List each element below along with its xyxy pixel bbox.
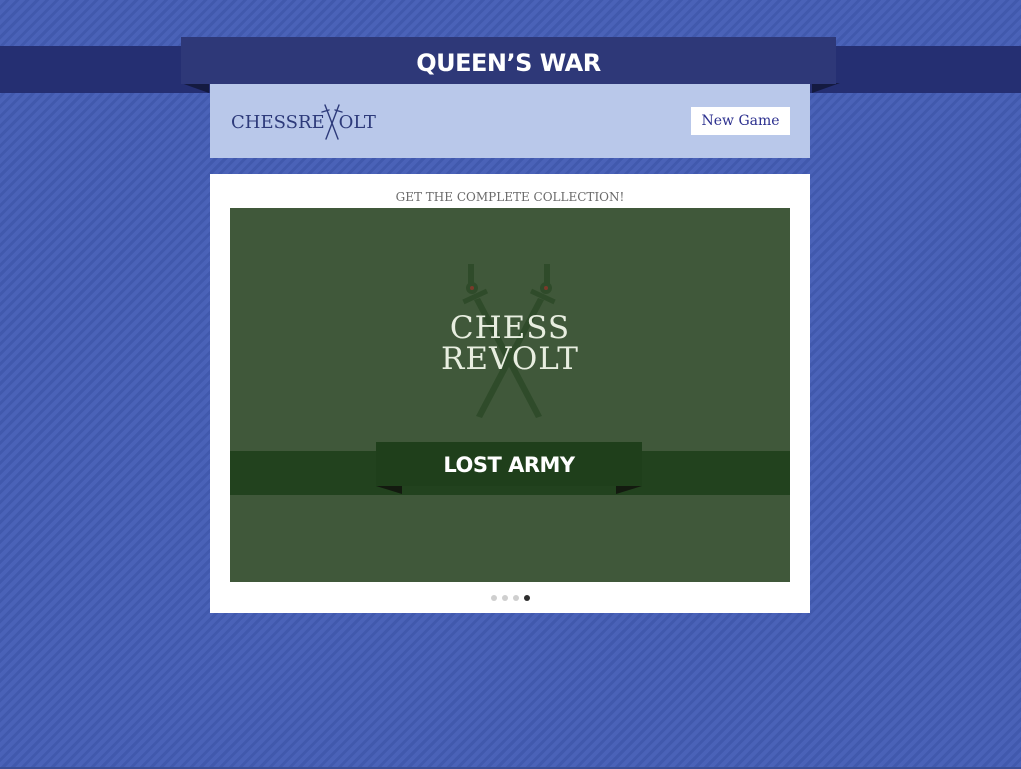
carousel-dots — [210, 595, 810, 601]
promo-ribbon-fold-right — [616, 486, 642, 494]
new-game-button[interactable]: New Game — [691, 107, 790, 135]
banner-fold-right — [812, 83, 840, 93]
carousel-dot-3[interactable] — [512, 595, 519, 601]
logo-text-right: OLT — [338, 111, 376, 133]
carousel-dot-1[interactable] — [490, 595, 497, 601]
promo-ribbon: LOST ARMY — [376, 442, 642, 486]
promo-card: GET THE COMPLETE COLLECTION! CHESS REVOL… — [210, 174, 810, 613]
logo-line-chess: CHESS — [449, 310, 571, 346]
chess-revolt-big-logo: CHESS REVOLT — [430, 313, 590, 375]
carousel-dot-4[interactable] — [523, 595, 530, 601]
banner-ribbon: QUEEN’S WAR — [181, 37, 836, 84]
logo-line-revolt: REVOLT — [441, 341, 579, 377]
logo-text-left: CHESSRE — [231, 111, 325, 133]
promo-slide[interactable]: CHESS REVOLT LOST ARMY — [230, 208, 790, 582]
game-title: QUEEN’S WAR — [416, 48, 601, 77]
promo-ribbon-fold-left — [376, 486, 402, 494]
banner-fold-left — [181, 83, 209, 93]
chess-revolt-logo[interactable]: CHESSRE OLT — [231, 102, 376, 142]
promo-title: LOST ARMY — [443, 453, 575, 477]
carousel-dot-2[interactable] — [501, 595, 508, 601]
promo-heading: GET THE COMPLETE COLLECTION! — [395, 190, 625, 204]
header: CHESSRE OLT New Game — [210, 84, 810, 158]
